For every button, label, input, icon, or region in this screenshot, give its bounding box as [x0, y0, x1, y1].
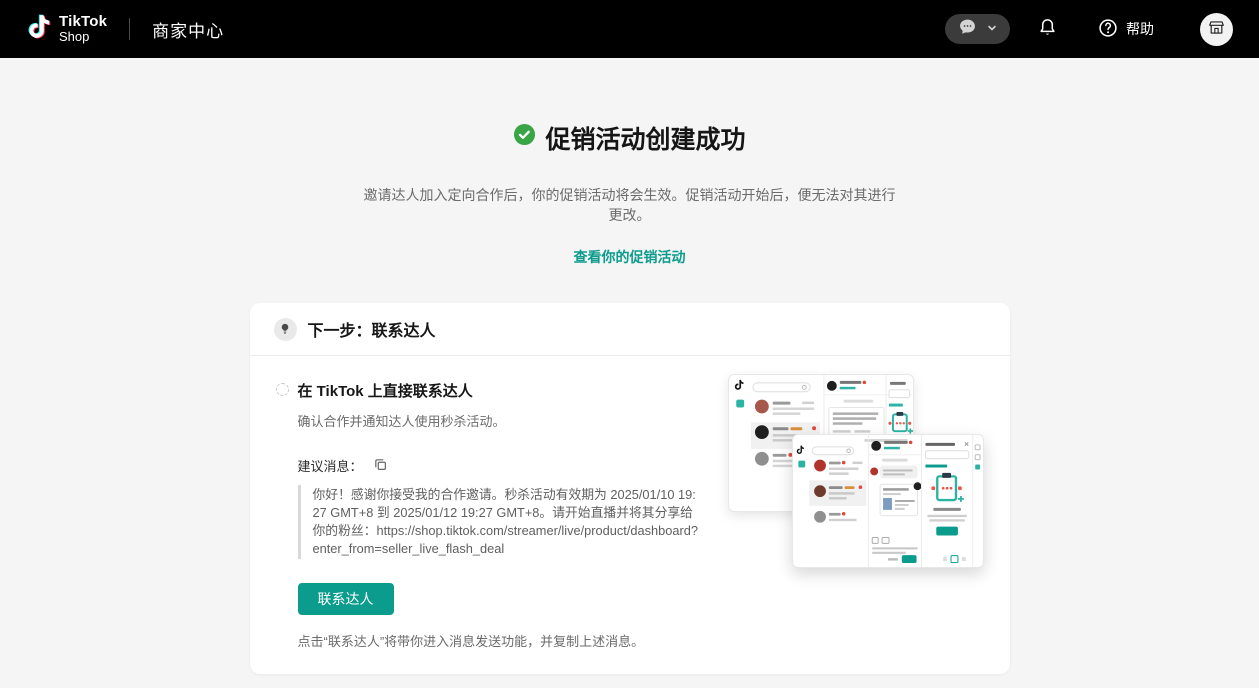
notifications-button[interactable]: [1036, 16, 1059, 42]
step-description: 确认合作并通知达人使用秒杀活动。: [298, 411, 700, 430]
contact-footnote: 点击“联系达人”将带你进入消息发送功能，并复制上述消息。: [298, 631, 700, 650]
chevron-down-icon: [986, 22, 998, 37]
logo-wordmark: TikTok Shop: [59, 14, 107, 43]
contact-creators-button[interactable]: 联系达人: [298, 583, 394, 615]
store-switcher-button[interactable]: [1200, 13, 1233, 46]
success-section: 促销活动创建成功 邀请达人加入定向合作后，你的促销活动将会生效。促销活动开始后，…: [0, 120, 1259, 267]
messages-button[interactable]: [945, 14, 1010, 44]
chat-bubble-icon: [957, 17, 978, 41]
suggested-message-label: 建议消息：: [298, 456, 363, 475]
top-nav: TikTok Shop 商家中心: [0, 0, 1259, 58]
check-circle-icon: [513, 123, 536, 153]
view-promotions-link[interactable]: 查看你的促销活动: [574, 247, 686, 267]
chat-preview-images: [728, 374, 986, 574]
page-title: 商家中心: [152, 17, 224, 42]
success-description: 邀请达人加入定向合作后，你的促销活动将会生效。促销活动开始后，便无法对其进行更改…: [360, 185, 900, 225]
tiktok-shop-logo[interactable]: TikTok Shop: [26, 13, 107, 45]
bell-icon: [1036, 16, 1059, 42]
storefront-icon: [1207, 18, 1226, 40]
suggested-message-text: 你好！感谢你接受我的合作邀请。秒杀活动有效期为 2025/01/10 19:27…: [298, 485, 700, 559]
nav-divider: [129, 18, 130, 40]
copy-message-button[interactable]: [373, 457, 388, 475]
dashed-circle-icon: [276, 383, 289, 396]
help-button[interactable]: 帮助: [1097, 17, 1154, 42]
copy-icon: [373, 457, 388, 475]
help-label: 帮助: [1126, 19, 1154, 39]
success-title-text: 促销活动创建成功: [545, 120, 745, 156]
success-heading: 促销活动创建成功: [0, 120, 1259, 156]
next-step-title: 下一步：联系达人: [308, 317, 436, 341]
tiktok-note-icon: [26, 13, 53, 45]
chat-preview-front-image: [792, 434, 984, 568]
contact-step: 在 TikTok 上直接联系达人 确认合作并通知达人使用秒杀活动。 建议消息：: [276, 380, 728, 650]
question-circle-icon: [1097, 17, 1119, 42]
step-title: 在 TikTok 上直接联系达人: [298, 380, 700, 401]
next-step-card-header: 下一步：联系达人: [250, 303, 1010, 356]
lightbulb-icon: [274, 318, 297, 341]
next-step-card: 下一步：联系达人 在 TikTok 上直接联系达人 确认合作并通知达人使用秒杀活…: [250, 303, 1010, 674]
